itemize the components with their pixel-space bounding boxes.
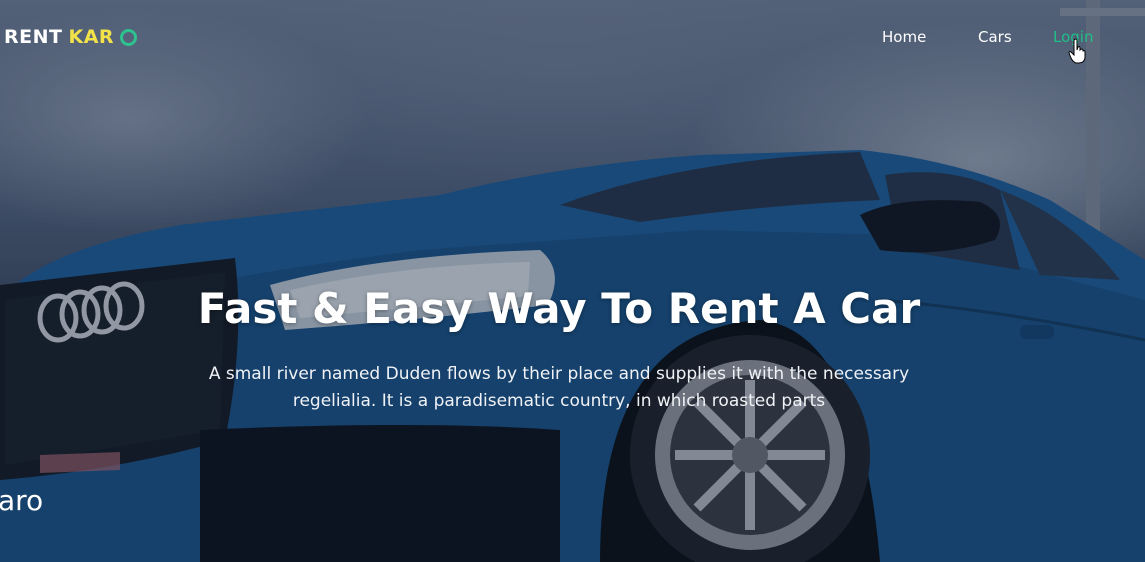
hero-subtitle: A small river named Duden flows by their… bbox=[208, 364, 910, 411]
hero-title: Fast & Easy Way To Rent A Car bbox=[197, 284, 921, 333]
side-text-fragment: aro bbox=[0, 484, 44, 517]
nav-home-link[interactable]: Home bbox=[882, 28, 926, 46]
ring-icon bbox=[120, 28, 138, 46]
nav-cars-link[interactable]: Cars bbox=[978, 28, 1012, 46]
hand-pointer-icon bbox=[1068, 38, 1086, 64]
brand-name-part1: RENT bbox=[4, 26, 63, 48]
hero-background bbox=[0, 0, 1145, 562]
brand-logo[interactable]: RENT KAR bbox=[4, 26, 138, 48]
brand-name-part2: KAR bbox=[68, 26, 115, 48]
